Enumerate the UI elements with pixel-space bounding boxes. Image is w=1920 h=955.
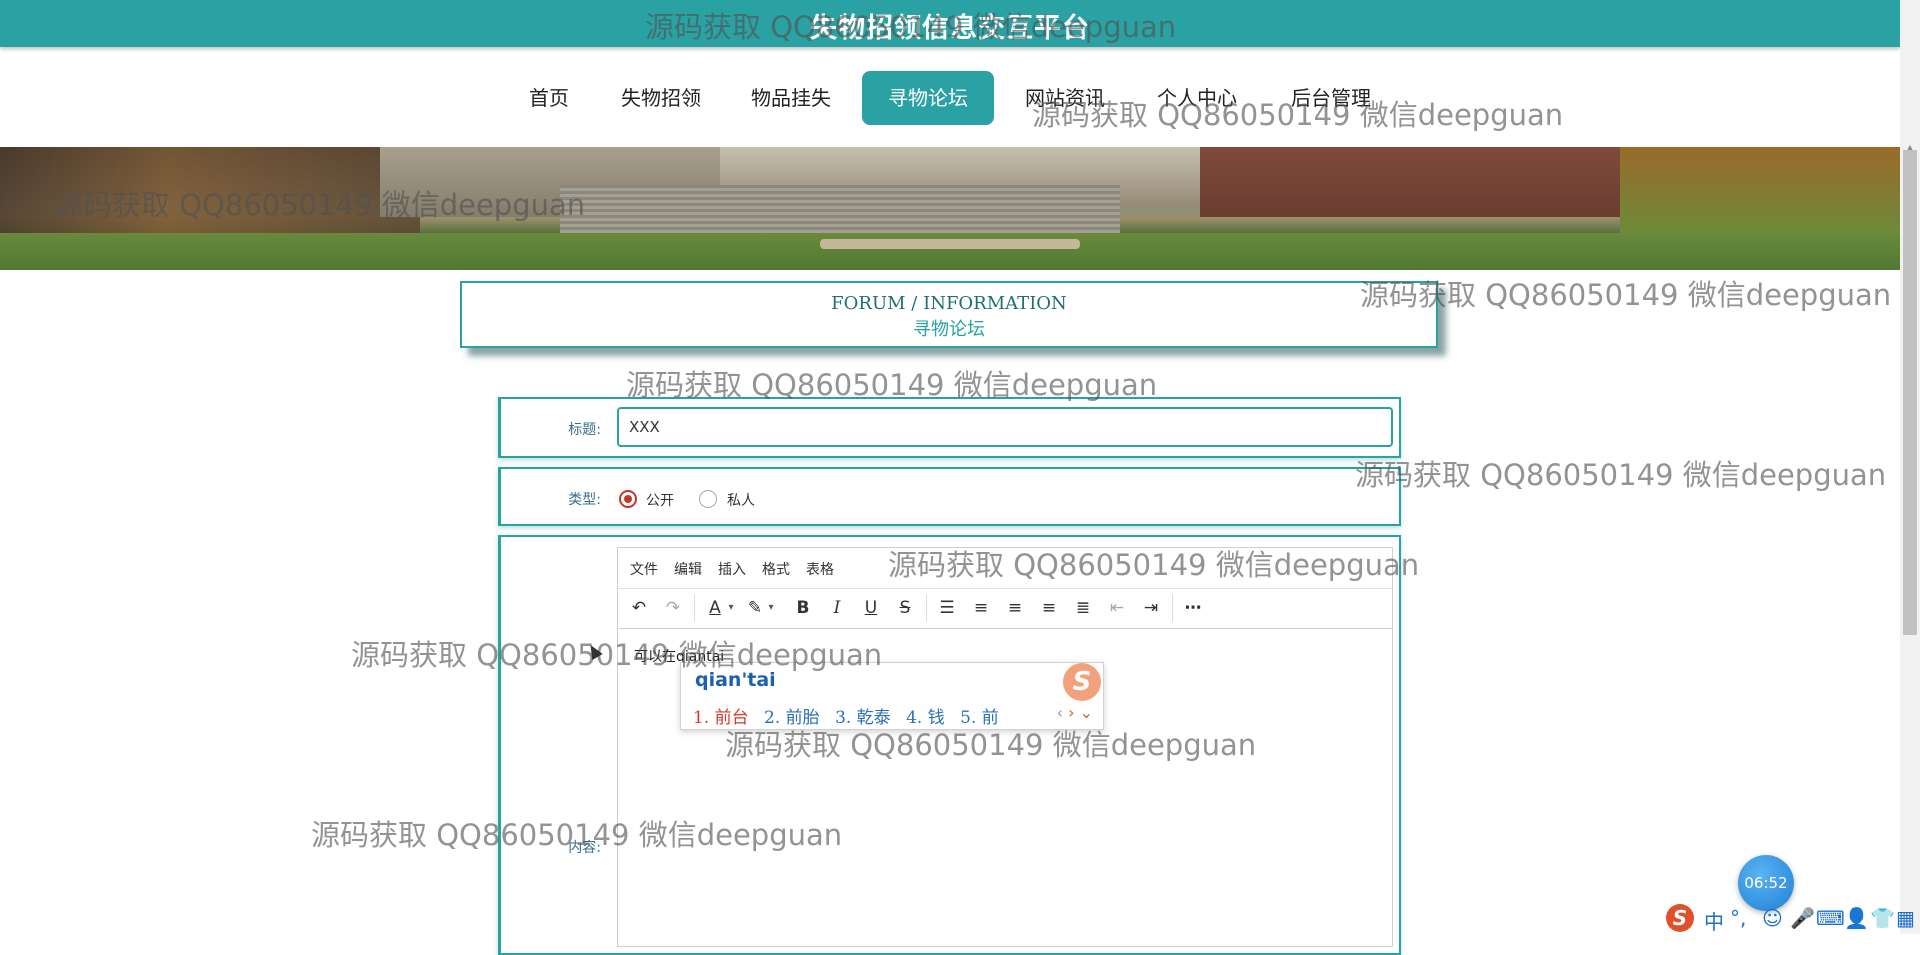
user-icon[interactable]: 👤	[1844, 906, 1869, 930]
skin-icon[interactable]: 👕	[1870, 906, 1895, 930]
bold-icon[interactable]: B	[790, 596, 816, 620]
ime-candidate[interactable]: 2. 前胎	[764, 708, 820, 728]
ime-candidate-popup: qian'tai S 1. 前台 2. 前胎 3. 乾泰 4. 钱 5. 前 ‹…	[680, 662, 1104, 730]
menu-insert[interactable]: 插入	[718, 559, 746, 579]
outdent-icon[interactable]: ⇤	[1104, 596, 1130, 620]
ime-candidate[interactable]: 1. 前台	[693, 708, 749, 728]
top-bar: 失物招领信息交互平台	[0, 0, 1900, 47]
nav-item-forum[interactable]: 寻物论坛	[862, 71, 994, 125]
list-icon[interactable]: ☰	[934, 596, 960, 620]
main-nav: 首页 失物招领 物品挂失 寻物论坛 网站资讯 个人中心 后台管理	[0, 47, 1900, 147]
align-justify-icon[interactable]: ≣	[1070, 596, 1096, 620]
sogou-logo-icon: S	[1063, 663, 1101, 701]
nav-item-home[interactable]: 首页	[518, 71, 580, 125]
site-title: 失物招领信息交互平台	[810, 13, 1090, 44]
menu-table[interactable]: 表格	[806, 559, 834, 579]
nav-item-admin[interactable]: 后台管理	[1282, 71, 1380, 125]
forum-header-en: FORUM / INFORMATION	[831, 293, 1067, 314]
ime-pinyin: qian'tai	[695, 669, 776, 691]
watermark: 源码获取 QQ86050149 微信deepguan	[1360, 278, 1892, 312]
content-row: 内容: 文件 编辑 插入 格式 表格 ↶ ↷ A ▾ ✎ ▾ B I U S ☰…	[498, 535, 1401, 955]
redo-icon[interactable]: ↷	[660, 596, 686, 620]
strikethrough-icon[interactable]: S	[892, 596, 918, 620]
menu-format[interactable]: 格式	[762, 559, 790, 579]
type-public-label[interactable]: 公开	[646, 490, 674, 510]
floating-clock[interactable]: 06:52	[1738, 855, 1794, 911]
ime-punct-toggle[interactable]: °,	[1730, 906, 1746, 930]
forum-header-cn: 寻物论坛	[913, 319, 985, 340]
indent-icon[interactable]: ⇥	[1138, 596, 1164, 620]
ime-nav: ‹ › ⌄	[1057, 703, 1093, 722]
align-left-icon[interactable]: ≡	[968, 596, 994, 620]
undo-icon[interactable]: ↶	[626, 596, 652, 620]
italic-icon[interactable]: I	[824, 596, 850, 620]
ime-status-bar: S 中 °, ☺ 🎤 ⌨ 👤 👕 ▦	[1662, 904, 1920, 934]
title-input[interactable]	[617, 407, 1393, 447]
ime-candidate[interactable]: 3. 乾泰	[835, 708, 891, 728]
toolbox-icon[interactable]: ▦	[1896, 906, 1915, 930]
ime-candidate[interactable]: 4. 钱	[906, 708, 945, 728]
type-private-radio[interactable]	[699, 490, 717, 508]
menu-edit[interactable]: 编辑	[674, 559, 702, 579]
rich-text-editor[interactable]: 文件 编辑 插入 格式 表格 ↶ ↷ A ▾ ✎ ▾ B I U S ☰ ≡ ≡…	[617, 547, 1393, 947]
microphone-icon[interactable]: 🎤	[1790, 906, 1815, 930]
align-right-icon[interactable]: ≡	[1036, 596, 1062, 620]
ime-candidate[interactable]: 5. 前	[960, 708, 999, 728]
title-label: 标题:	[568, 422, 601, 438]
type-public-radio[interactable]	[619, 490, 637, 508]
emoji-icon[interactable]: ☺	[1762, 906, 1783, 930]
sogou-status-icon[interactable]: S	[1666, 904, 1694, 932]
nav-item-lost-report[interactable]: 物品挂失	[742, 71, 840, 125]
ime-lang-toggle[interactable]: 中	[1704, 906, 1724, 935]
ime-next-icon[interactable]: ›	[1068, 703, 1074, 722]
highlight-dropdown-icon[interactable]: ▾	[764, 596, 778, 620]
scroll-thumb[interactable]	[1903, 150, 1917, 635]
ime-prev-icon[interactable]: ‹	[1057, 703, 1063, 722]
type-row: 类型: 公开 私人	[498, 467, 1401, 526]
nav-item-user-center[interactable]: 个人中心	[1148, 71, 1246, 125]
type-label: 类型:	[568, 492, 601, 508]
banner-image	[0, 147, 1900, 270]
ime-expand-icon[interactable]: ⌄	[1080, 703, 1093, 722]
nav-item-news[interactable]: 网站资讯	[1016, 71, 1114, 125]
editor-toolbar: ↶ ↷ A ▾ ✎ ▾ B I U S ☰ ≡ ≡ ≡ ≣ ⇤ ⇥ ⋯	[618, 588, 1392, 629]
title-row: 标题:	[498, 397, 1401, 458]
keyboard-icon[interactable]: ⌨	[1816, 906, 1845, 930]
underline-icon[interactable]: U	[858, 596, 884, 620]
nav-item-lost-found[interactable]: 失物招领	[612, 71, 710, 125]
type-private-label[interactable]: 私人	[727, 490, 755, 510]
ime-candidates: 1. 前台 2. 前胎 3. 乾泰 4. 钱 5. 前	[693, 703, 1009, 728]
watermark: 源码获取 QQ86050149 微信deepguan	[1355, 458, 1887, 492]
forum-header-box: FORUM / INFORMATION 寻物论坛	[460, 281, 1438, 348]
align-center-icon[interactable]: ≡	[1002, 596, 1028, 620]
content-label: 内容:	[568, 840, 601, 856]
more-icon[interactable]: ⋯	[1180, 596, 1206, 620]
font-color-dropdown-icon[interactable]: ▾	[724, 596, 738, 620]
editor-menubar: 文件 编辑 插入 格式 表格	[618, 548, 1392, 589]
menu-file[interactable]: 文件	[630, 559, 658, 579]
